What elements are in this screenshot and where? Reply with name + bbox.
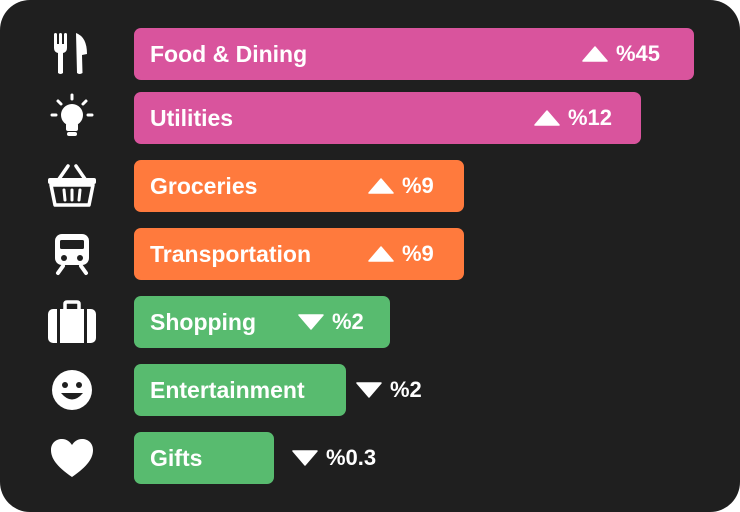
category-row-utilities[interactable]: Utilities %12 (0, 92, 740, 144)
change-value: %45 (616, 41, 661, 66)
arrow-down-icon (292, 450, 318, 466)
category-label: Utilities (150, 105, 234, 131)
heart-icon (46, 432, 98, 484)
change-indicator: %9 (368, 228, 434, 280)
change-indicator: %2 (356, 364, 422, 416)
change-value: %9 (402, 241, 434, 266)
category-row-transportation[interactable]: Transportation %9 (0, 228, 740, 280)
change-indicator: %9 (368, 160, 434, 212)
category-label: Shopping (150, 309, 257, 335)
category-label: Food & Dining (150, 41, 308, 67)
change-value: %9 (402, 173, 434, 198)
change-value: %12 (568, 105, 613, 130)
basket-icon (46, 160, 98, 212)
change-indicator: %0.3 (292, 432, 376, 484)
train-icon (46, 228, 98, 280)
smiley-icon (46, 364, 98, 416)
category-bar: Food & Dining %45 (134, 28, 694, 80)
change-indicator: %12 (534, 92, 612, 144)
category-bar: Shopping %2 (134, 296, 390, 348)
arrow-down-icon (298, 314, 324, 330)
suitcase-icon (46, 296, 98, 348)
change-indicator: %2 (298, 296, 364, 348)
change-value: %2 (390, 377, 422, 402)
spending-card: Food & Dining %45 Utilities %12 Grocerie… (0, 0, 740, 512)
arrow-up-icon (368, 178, 394, 194)
arrow-up-icon (534, 110, 560, 126)
category-label: Groceries (150, 173, 258, 199)
arrow-up-icon (368, 246, 394, 262)
change-value: %2 (332, 309, 364, 334)
category-label: Gifts (150, 445, 203, 471)
fork-knife-icon (46, 28, 98, 80)
category-bar: Groceries %9 (134, 160, 464, 212)
change-value: %0.3 (326, 445, 377, 470)
category-row-entertainment[interactable]: Entertainment %2 (0, 364, 740, 416)
category-row-food-dining[interactable]: Food & Dining %45 (0, 28, 740, 80)
category-row-gifts[interactable]: Gifts %0.3 (0, 432, 740, 484)
category-bar: Entertainment (134, 364, 346, 416)
category-bar: Utilities %12 (134, 92, 641, 144)
arrow-down-icon (356, 382, 382, 398)
lightbulb-icon (46, 92, 98, 144)
arrow-up-icon (582, 46, 608, 62)
category-bar: Transportation %9 (134, 228, 464, 280)
category-row-shopping[interactable]: Shopping %2 (0, 296, 740, 348)
category-label: Transportation (150, 241, 312, 267)
category-label: Entertainment (150, 377, 305, 403)
category-row-groceries[interactable]: Groceries %9 (0, 160, 740, 212)
change-indicator: %45 (582, 28, 660, 80)
category-bar: Gifts (134, 432, 274, 484)
